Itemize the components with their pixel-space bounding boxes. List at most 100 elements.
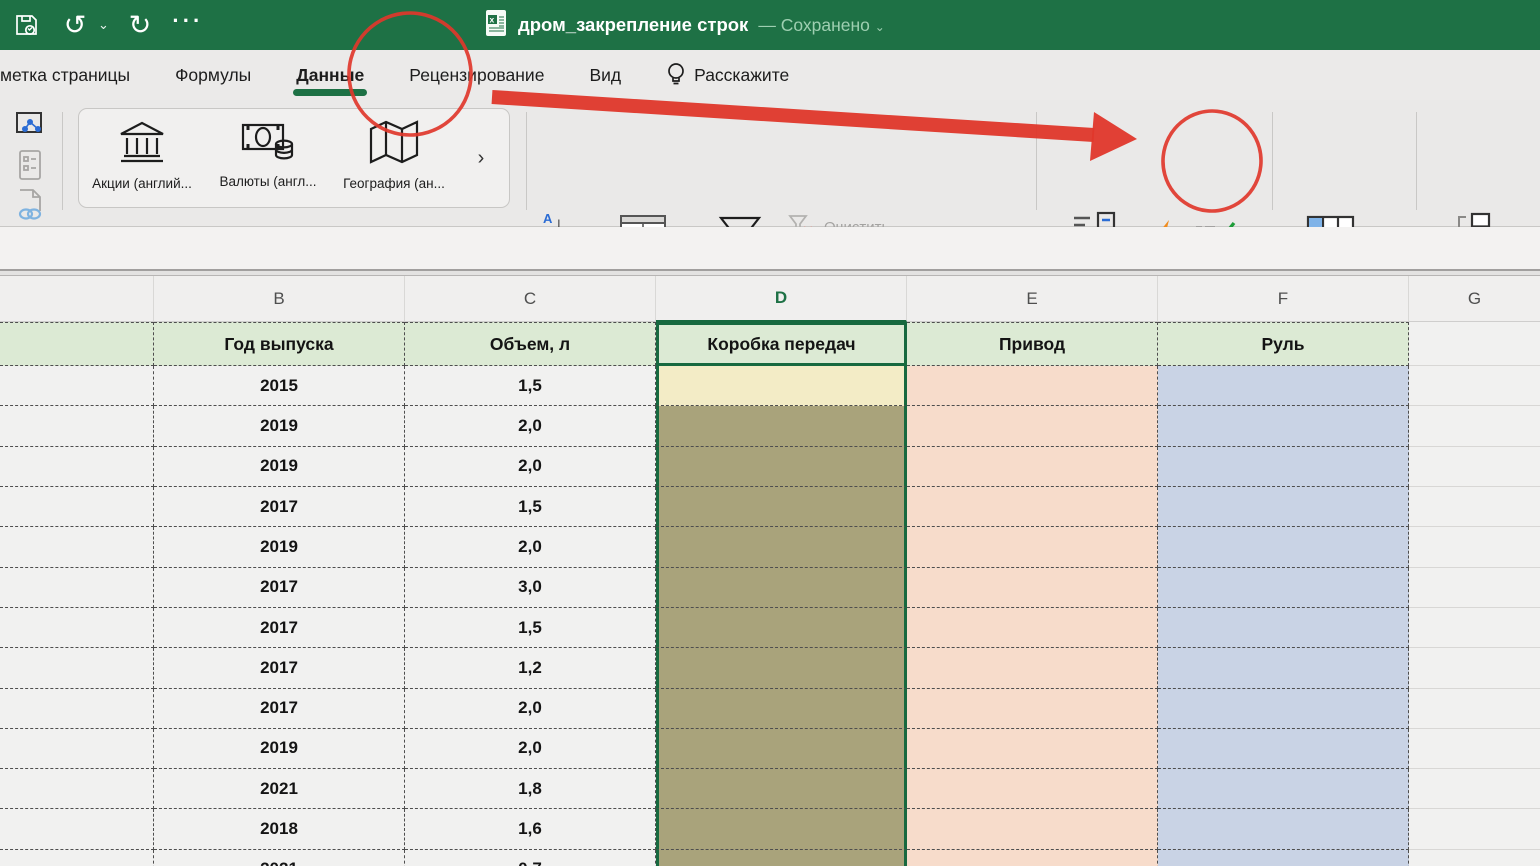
cell-steering[interactable] <box>1158 809 1409 849</box>
cell-drive[interactable] <box>907 648 1158 688</box>
cell-volume[interactable]: 2,0 <box>405 689 656 729</box>
cell-gearbox-selected[interactable] <box>656 809 907 849</box>
cell-a10[interactable] <box>0 689 154 729</box>
cell-gearbox-selected[interactable] <box>656 447 907 487</box>
cell-year[interactable]: 2021 <box>154 850 405 866</box>
cell-g3[interactable] <box>1409 406 1540 446</box>
undo-icon[interactable]: ↺ <box>58 8 92 42</box>
properties-icon[interactable] <box>10 148 50 182</box>
get-external-data-icon[interactable] <box>10 108 50 142</box>
cell-year[interactable]: 2017 <box>154 689 405 729</box>
undo-chevron-icon[interactable]: ⌄ <box>98 17 109 33</box>
cell-steering[interactable] <box>1158 648 1409 688</box>
cell-steering[interactable] <box>1158 366 1409 406</box>
cell-volume[interactable]: 1,5 <box>405 487 656 527</box>
cell-drive[interactable] <box>907 447 1158 487</box>
cell-gearbox-selected[interactable] <box>656 406 907 446</box>
cell-steering[interactable] <box>1158 608 1409 648</box>
cell-g5[interactable] <box>1409 487 1540 527</box>
cell-drive[interactable] <box>907 406 1158 446</box>
more-options-icon[interactable]: ··· <box>171 8 205 42</box>
cell-year[interactable]: 2017 <box>154 648 405 688</box>
cell-header-drive[interactable]: Привод <box>907 322 1158 366</box>
cell-g12[interactable] <box>1409 769 1540 809</box>
tab-вид[interactable]: Вид <box>589 50 621 100</box>
cell-drive[interactable] <box>907 568 1158 608</box>
cell-drive[interactable] <box>907 608 1158 648</box>
cell-steering[interactable] <box>1158 850 1409 866</box>
data-type-0[interactable]: Акции (англий... <box>79 109 205 207</box>
data-type-2[interactable]: География (ан... <box>331 109 457 207</box>
cell-gearbox-selected[interactable] <box>656 527 907 567</box>
cell-drive[interactable] <box>907 689 1158 729</box>
cell-steering[interactable] <box>1158 689 1409 729</box>
cell-g1[interactable] <box>1409 322 1540 366</box>
cell-volume[interactable]: 3,0 <box>405 568 656 608</box>
cell-g7[interactable] <box>1409 568 1540 608</box>
cell-volume[interactable]: 1,2 <box>405 648 656 688</box>
redo-icon[interactable]: ↻ <box>123 8 157 42</box>
column-header-b[interactable]: B <box>154 276 405 322</box>
column-header-e[interactable]: E <box>907 276 1158 322</box>
column-header-a[interactable] <box>0 276 154 322</box>
column-header-g[interactable]: G <box>1409 276 1540 322</box>
edit-links-icon[interactable] <box>10 188 50 222</box>
tab-формулы[interactable]: Формулы <box>175 50 251 100</box>
cell-drive[interactable] <box>907 850 1158 866</box>
cell-steering[interactable] <box>1158 769 1409 809</box>
cell-a2[interactable] <box>0 366 154 406</box>
column-header-f[interactable]: F <box>1158 276 1409 322</box>
cell-g13[interactable] <box>1409 809 1540 849</box>
cell-header-steering[interactable]: Руль <box>1158 322 1409 366</box>
cell-steering[interactable] <box>1158 487 1409 527</box>
cell-a3[interactable] <box>0 406 154 446</box>
data-types-more-icon[interactable]: › <box>457 109 505 207</box>
cell-year[interactable]: 2018 <box>154 809 405 849</box>
cell-volume[interactable]: 1,5 <box>405 608 656 648</box>
cell-gearbox-selected[interactable] <box>656 648 907 688</box>
cell-gearbox-selected[interactable] <box>656 689 907 729</box>
save-icon[interactable] <box>10 8 44 42</box>
cell-gearbox-selected[interactable] <box>656 487 907 527</box>
tab-рецензирование[interactable]: Рецензирование <box>409 50 544 100</box>
cell-gearbox-selected[interactable] <box>656 729 907 769</box>
column-header-c[interactable]: C <box>405 276 656 322</box>
cell-drive[interactable] <box>907 769 1158 809</box>
cell-year[interactable]: 2017 <box>154 487 405 527</box>
cell-header-gearbox-selected[interactable]: Коробка передач <box>656 322 907 366</box>
cell-gearbox-selected[interactable] <box>656 850 907 866</box>
cell-a1[interactable] <box>0 322 154 366</box>
cell-volume[interactable]: 1,5 <box>405 366 656 406</box>
cell-drive[interactable] <box>907 809 1158 849</box>
cell-header-year[interactable]: Год выпуска <box>154 322 405 366</box>
cell-g4[interactable] <box>1409 447 1540 487</box>
cell-year[interactable]: 2017 <box>154 608 405 648</box>
cell-gearbox-selected[interactable] <box>656 769 907 809</box>
cell-drive[interactable] <box>907 366 1158 406</box>
tab-данные[interactable]: Данные <box>296 50 364 100</box>
cell-a11[interactable] <box>0 729 154 769</box>
cell-steering[interactable] <box>1158 729 1409 769</box>
cell-year[interactable]: 2019 <box>154 406 405 446</box>
cell-steering[interactable] <box>1158 568 1409 608</box>
cell-drive[interactable] <box>907 729 1158 769</box>
cell-g10[interactable] <box>1409 689 1540 729</box>
cell-year[interactable]: 2019 <box>154 447 405 487</box>
cell-volume[interactable]: 2,0 <box>405 406 656 446</box>
cell-a13[interactable] <box>0 809 154 849</box>
column-header-d-selected[interactable]: D <box>656 276 907 322</box>
cell-a7[interactable] <box>0 568 154 608</box>
cell-gearbox-selected[interactable] <box>656 568 907 608</box>
cell-g11[interactable] <box>1409 729 1540 769</box>
cell-year[interactable]: 2019 <box>154 527 405 567</box>
saved-status[interactable]: — Сохранено ⌄ <box>758 15 884 36</box>
cell-g9[interactable] <box>1409 648 1540 688</box>
cell-year[interactable]: 2019 <box>154 729 405 769</box>
cell-a4[interactable] <box>0 447 154 487</box>
cell-drive[interactable] <box>907 527 1158 567</box>
cell-volume[interactable]: 0,7 <box>405 850 656 866</box>
cell-a9[interactable] <box>0 648 154 688</box>
cell-year[interactable]: 2015 <box>154 366 405 406</box>
cell-g6[interactable] <box>1409 527 1540 567</box>
cell-a14[interactable] <box>0 850 154 866</box>
